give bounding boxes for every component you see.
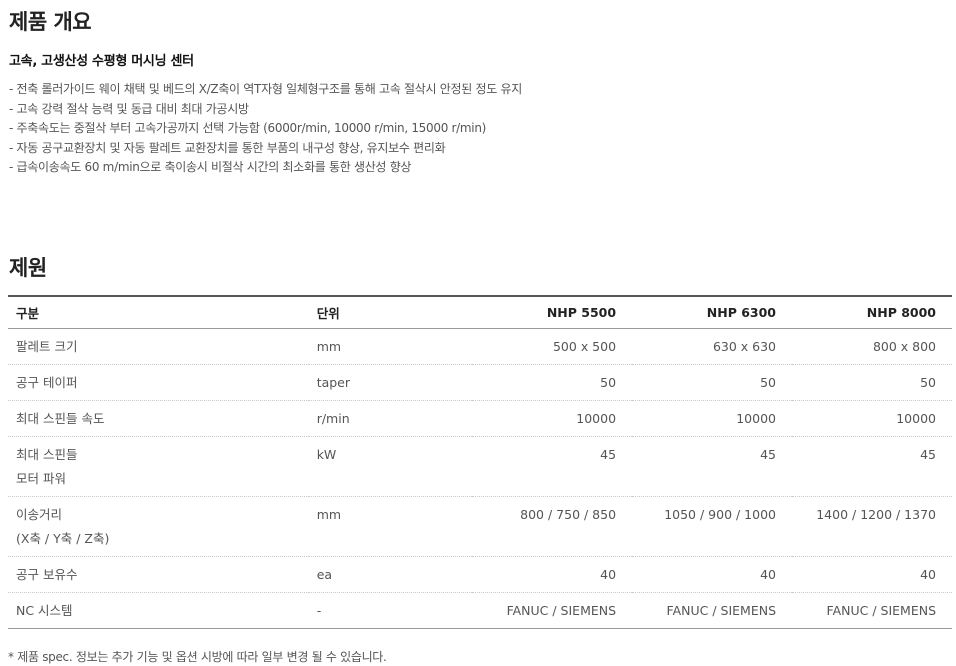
table-row: 최대 스핀들 속도 r/min 10000 10000 10000: [8, 401, 952, 437]
spec-item-name-line: (X축 / Y축 / Z축): [16, 531, 110, 546]
spec-value: 10000: [896, 411, 936, 426]
spec-value: FANUC / SIEMENS: [506, 603, 617, 618]
header-model-nhp5500: NHP 5500: [546, 305, 617, 320]
spec-value: 800 / 750 / 850: [520, 507, 617, 522]
feature-item: - 주축속도는 중절삭 부터 고속가공까지 선택 가능함 (6000r/min,…: [9, 121, 487, 135]
spec-item-name-line: 공구 테이퍼: [16, 375, 78, 390]
spec-item-name-line: 모터 파워: [16, 471, 66, 486]
spec-item-name: 공구 테이퍼: [8, 365, 309, 401]
spec-value: 45: [920, 447, 936, 462]
spec-value: 1050 / 900 / 1000: [664, 507, 776, 522]
spec-value: 40: [600, 567, 617, 582]
spec-value: 50: [600, 375, 617, 390]
spec-title: 제원: [9, 256, 47, 280]
spec-table: 구분 단위 NHP 5500 NHP 6300 NHP 8000 팔레트 크기 m…: [8, 295, 952, 629]
spec-unit: -: [316, 603, 322, 618]
spec-value: 50: [760, 375, 776, 390]
table-row: NC 시스템 - FANUC / SIEMENS FANUC / SIEMENS FAN…: [8, 593, 952, 629]
spec-value: 45: [760, 447, 776, 462]
header-model-nhp8000: NHP 8000: [866, 305, 936, 320]
table-row: 이송거리 (X축 / Y축 / Z축) mm 800 / 750 / 850 1050 …: [8, 497, 952, 557]
spec-item-name: 최대 스핀들 속도: [8, 401, 309, 437]
product-page: 제품 개요 고속, 고생산성 수평형 머시닝 센터 - 전축 롤러가이드 웨이 …: [0, 0, 956, 666]
spec-value: 1400 / 1200 / 1370: [816, 507, 936, 522]
spec-item-name-line: 최대 스핀들: [16, 447, 78, 462]
overview-title: 제품 개요: [9, 10, 92, 34]
feature-list: - 전축 롤러가이드 웨이 채택 및 베드의 X/Z축이 역T자형 일체형구조를…: [9, 80, 522, 178]
spec-unit: mm: [316, 507, 342, 522]
table-row: 공구 테이퍼 taper 50 50 50: [8, 365, 952, 401]
feature-item: - 급속이송속도 60 m/min으로 축이송시 비절삭 시간의 최소화를 통한…: [9, 160, 412, 174]
spec-item-name: NC 시스템: [8, 593, 309, 629]
header-item: 구분: [16, 306, 40, 321]
spec-item-name: 최대 스핀들모터 파워: [8, 437, 309, 497]
feature-item: - 전축 롤러가이드 웨이 채택 및 베드의 X/Z축이 역T자형 일체형구조를…: [9, 82, 522, 96]
spec-value: 800 x 800: [872, 339, 936, 354]
spec-note: * 제품 spec. 정보는 추가 기능 및 옵션 시방에 따라 일부 변경 될…: [8, 650, 387, 664]
spec-unit: kW: [316, 447, 337, 462]
table-row: 팔레트 크기 mm 500 x 500 630 x 630 800 x 800: [8, 329, 952, 365]
spec-item-name-line: 공구 보유수: [16, 567, 78, 582]
spec-unit: r/min: [316, 411, 350, 426]
feature-item: - 자동 공구교환장치 및 자동 팔레트 교환장치를 통한 부품의 내구성 향상…: [9, 140, 446, 155]
spec-unit: ea: [316, 567, 333, 582]
spec-item-name-line: 최대 스핀들 속도: [16, 411, 105, 426]
spec-item-name-line: 팔레트 크기: [16, 339, 78, 354]
header-unit: 단위: [316, 306, 340, 321]
spec-unit: mm: [316, 339, 342, 354]
spec-value: 10000: [576, 411, 617, 426]
table-row: 최대 스핀들모터 파워 kW 45 45 45: [8, 437, 952, 497]
spec-value: FANUC / SIEMENS: [666, 603, 776, 618]
spec-item-name: 팔레트 크기: [8, 329, 309, 365]
table-row: 공구 보유수 ea 40 40 40: [8, 557, 952, 593]
spec-value: 50: [920, 375, 936, 390]
spec-value: 630 x 630: [712, 339, 776, 354]
spec-header-row: 구분 단위 NHP 5500 NHP 6300 NHP 8000: [8, 296, 952, 329]
spec-value: 40: [760, 567, 776, 582]
spec-item-name-line: NC 시스템: [16, 603, 73, 618]
spec-value: 10000: [736, 411, 776, 426]
spec-value: FANUC / SIEMENS: [826, 603, 936, 618]
spec-value: 45: [600, 447, 617, 462]
spec-item-name: 이송거리 (X축 / Y축 / Z축): [8, 497, 309, 557]
spec-item-name: 공구 보유수: [8, 557, 309, 593]
spec-item-name-line: 이송거리: [16, 507, 63, 522]
spec-table-body: 팔레트 크기 mm 500 x 500 630 x 630 800 x 800 공구 테이…: [8, 329, 952, 629]
spec-unit: taper: [316, 375, 351, 390]
header-model-nhp6300: NHP 6300: [706, 305, 776, 320]
spec-value: 40: [920, 567, 936, 582]
spec-table-header: 구분 단위 NHP 5500 NHP 6300 NHP 8000: [8, 296, 952, 329]
overview-subtitle: 고속, 고생산성 수평형 머시닝 센터: [9, 54, 194, 69]
feature-item: - 고속 강력 절삭 능력 및 동급 대비 최대 가공시방: [9, 101, 249, 116]
spec-value: 500 x 500: [552, 339, 617, 354]
